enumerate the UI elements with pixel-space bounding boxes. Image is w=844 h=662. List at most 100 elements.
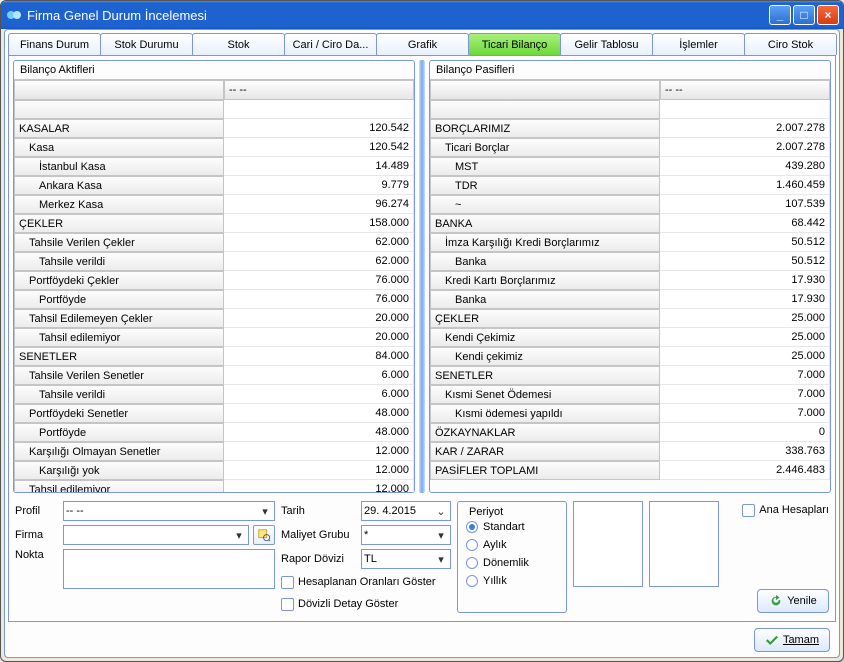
table-row[interactable]: PASİFLER TOPLAMI2.446.483 [430, 461, 830, 480]
app-icon [5, 6, 23, 24]
table-row[interactable]: Tahsile verildi6.000 [14, 385, 414, 404]
table-row[interactable]: İstanbul Kasa14.489 [14, 157, 414, 176]
chevron-down-icon[interactable]: ▾ [434, 529, 448, 542]
chevron-down-icon[interactable]: ▾ [258, 505, 272, 518]
tamam-button[interactable]: Tamam [754, 628, 830, 652]
chk-oranlar[interactable]: Hesaplanan Oranları Göster [281, 573, 451, 591]
table-row[interactable]: Tahsil edilemiyor20.000 [14, 328, 414, 347]
table-row[interactable] [430, 100, 830, 119]
grid-header-label[interactable] [14, 80, 224, 100]
periyot-radio-1[interactable]: Aylık [466, 536, 558, 554]
tab-1[interactable]: Stok Durumu [100, 33, 193, 55]
table-row[interactable]: İmza Karşılığı Kredi Borçlarımız50.512 [430, 233, 830, 252]
tab-8[interactable]: Ciro Stok [744, 33, 837, 55]
table-row[interactable]: Merkez Kasa96.274 [14, 195, 414, 214]
row-value: 62.000 [224, 252, 414, 271]
tab-7[interactable]: İşlemler [652, 33, 745, 55]
row-value: 0 [660, 423, 830, 442]
grid-pasif[interactable]: -- -- BORÇLARIMIZ2.007.278Ticari Borçlar2… [430, 79, 830, 492]
profil-label: Profil [15, 505, 59, 517]
row-label: Tahsile verildi [14, 252, 224, 271]
table-row[interactable]: ÇEKLER158.000 [14, 214, 414, 233]
table-row[interactable]: SENETLER84.000 [14, 347, 414, 366]
table-row[interactable]: Ticari Borçlar2.007.278 [430, 138, 830, 157]
row-value [224, 100, 414, 119]
table-row[interactable]: Kısmi Senet Ödemesi7.000 [430, 385, 830, 404]
table-row[interactable]: Banka50.512 [430, 252, 830, 271]
nokta-label: Nokta [15, 549, 59, 561]
chevron-down-icon[interactable]: ▾ [434, 553, 448, 566]
table-row[interactable]: Karşılığı yok12.000 [14, 461, 414, 480]
table-row[interactable]: Kendi Çekimiz25.000 [430, 328, 830, 347]
chevron-down-icon[interactable]: ⌄ [434, 505, 448, 518]
chevron-down-icon[interactable]: ▾ [232, 529, 246, 542]
table-row[interactable]: BANKA68.442 [430, 214, 830, 233]
rapor-label: Rapor Dövizi [281, 553, 357, 565]
bottom-form: Profil -- -- ▾ Firma ▾ [13, 497, 831, 617]
periyot-radio-2[interactable]: Dönemlik [466, 554, 558, 572]
maximize-button[interactable]: □ [793, 5, 815, 25]
table-row[interactable]: ÖZKAYNAKLAR0 [430, 423, 830, 442]
tab-5[interactable]: Ticari Bilanço [468, 33, 561, 55]
table-row[interactable]: KASALAR120.542 [14, 119, 414, 138]
close-button[interactable]: × [817, 5, 839, 25]
table-row[interactable]: Portföyde48.000 [14, 423, 414, 442]
table-row[interactable]: Portföyde76.000 [14, 290, 414, 309]
table-row[interactable]: Tahsil Edilemeyen Çekler20.000 [14, 309, 414, 328]
table-row[interactable]: MST439.280 [430, 157, 830, 176]
table-row[interactable] [14, 100, 414, 119]
table-row[interactable]: Ankara Kasa9.779 [14, 176, 414, 195]
table-row[interactable]: Kısmi ödemesi yapıldı7.000 [430, 404, 830, 423]
chk-doviz[interactable]: Dövizli Detay Göster [281, 595, 451, 613]
table-row[interactable]: ~107.539 [430, 195, 830, 214]
periyot-label: Dönemlik [483, 557, 529, 569]
table-row[interactable]: Karşılığı Olmayan Senetler12.000 [14, 442, 414, 461]
table-row[interactable]: Kredi Kartı Borçlarımız17.930 [430, 271, 830, 290]
tarih-input[interactable]: 29. 4.2015 ⌄ [361, 501, 451, 521]
table-row[interactable]: Tahsile verildi62.000 [14, 252, 414, 271]
table-row[interactable]: Kendi çekimiz25.000 [430, 347, 830, 366]
nokta-input[interactable] [63, 549, 275, 589]
table-row[interactable]: Kasa120.542 [14, 138, 414, 157]
table-row[interactable]: TDR1.460.459 [430, 176, 830, 195]
table-row[interactable]: Banka17.930 [430, 290, 830, 309]
table-row[interactable]: Tahsile Verilen Çekler62.000 [14, 233, 414, 252]
rapor-combo[interactable]: TL ▾ [361, 549, 451, 569]
row-label: Merkez Kasa [14, 195, 224, 214]
tab-0[interactable]: Finans Durum [8, 33, 101, 55]
panel-splitter[interactable] [419, 60, 425, 493]
maliyet-combo[interactable]: * ▾ [361, 525, 451, 545]
yenile-button[interactable]: Yenile [757, 589, 829, 613]
profil-combo[interactable]: -- -- ▾ [63, 501, 275, 521]
row-label: BORÇLARIMIZ [430, 119, 660, 138]
grid-aktif[interactable]: -- -- KASALAR120.542Kasa120.542İstanbul K… [14, 79, 414, 492]
table-row[interactable]: BORÇLARIMIZ2.007.278 [430, 119, 830, 138]
table-row[interactable]: ÇEKLER25.000 [430, 309, 830, 328]
radio-icon [466, 575, 478, 587]
grid-header-value[interactable]: -- -- [224, 80, 414, 100]
row-label: Tahsile Verilen Senetler [14, 366, 224, 385]
table-row[interactable]: Tahsile Verilen Senetler6.000 [14, 366, 414, 385]
tab-3[interactable]: Cari / Ciro Da... [284, 33, 377, 55]
firma-lookup-button[interactable] [253, 525, 275, 545]
tab-6[interactable]: Gelir Tablosu [560, 33, 653, 55]
listbox-2[interactable] [649, 501, 719, 587]
row-value [660, 100, 830, 119]
listbox-1[interactable] [573, 501, 643, 587]
table-row[interactable]: Portföydeki Senetler48.000 [14, 404, 414, 423]
tab-4[interactable]: Grafik [376, 33, 469, 55]
periyot-radio-3[interactable]: Yıllık [466, 572, 558, 590]
grid-header-value[interactable]: -- -- [660, 80, 830, 100]
firma-combo[interactable]: ▾ [63, 525, 249, 545]
table-row[interactable]: KAR / ZARAR338.763 [430, 442, 830, 461]
minimize-button[interactable]: _ [769, 5, 791, 25]
tab-2[interactable]: Stok [192, 33, 285, 55]
chk-doviz-label: Dövizli Detay Göster [298, 598, 398, 610]
footer: Tamam [8, 622, 836, 654]
table-row[interactable]: Tahsil edilemiyor12.000 [14, 480, 414, 492]
table-row[interactable]: SENETLER7.000 [430, 366, 830, 385]
chk-ana[interactable]: Ana Hesapları [742, 501, 829, 519]
table-row[interactable]: Portföydeki Çekler76.000 [14, 271, 414, 290]
grid-header-label[interactable] [430, 80, 660, 100]
periyot-radio-0[interactable]: Standart [466, 518, 558, 536]
